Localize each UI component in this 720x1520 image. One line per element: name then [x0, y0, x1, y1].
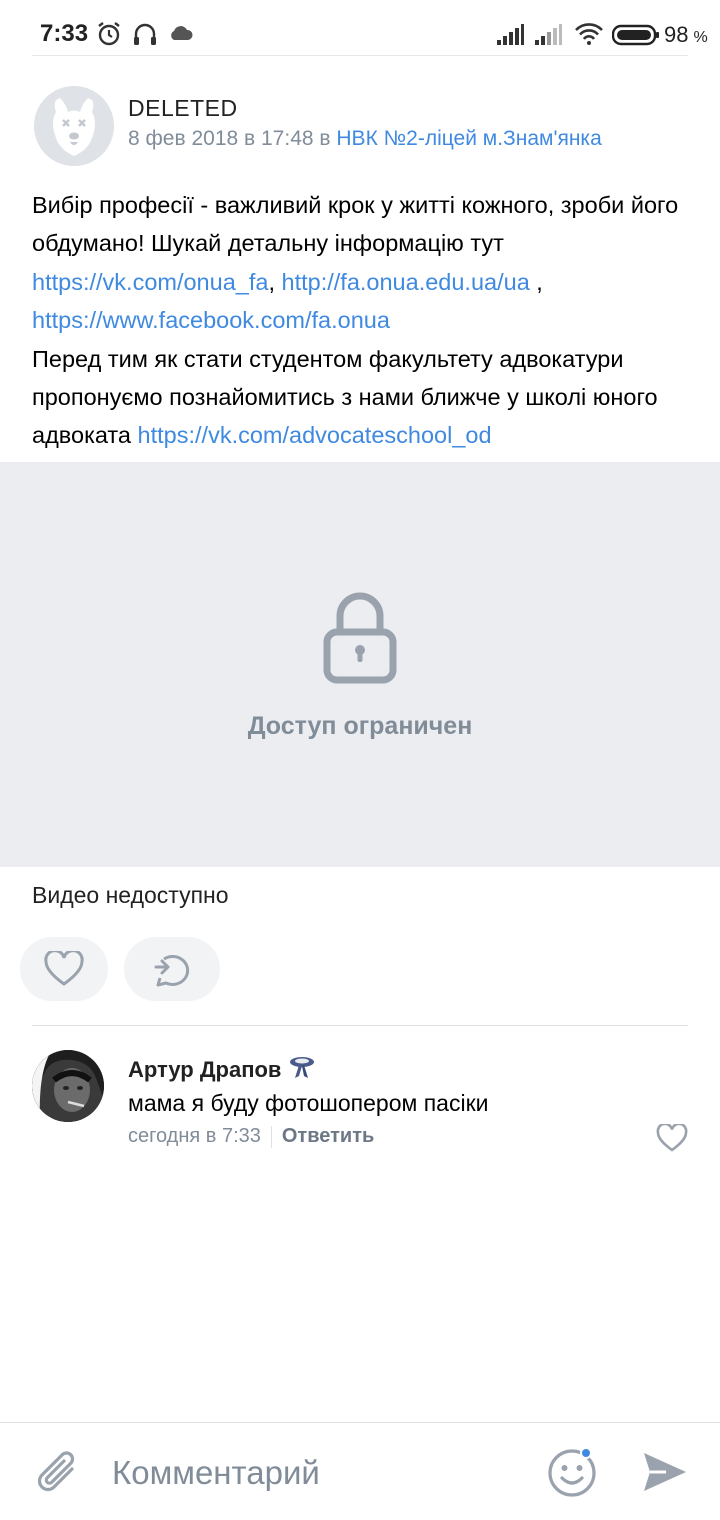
- post-date: 8 фев 2018 в 17:48 в: [128, 127, 337, 150]
- battery-level: 98%: [664, 22, 708, 47]
- paperclip-icon[interactable]: [34, 1447, 82, 1504]
- comment-text: мама я буду фотошопером пасіки: [128, 1090, 489, 1116]
- post-link[interactable]: http://fa.onua.edu.ua/ua: [282, 269, 530, 295]
- comment-avatar[interactable]: [32, 1050, 104, 1122]
- comment-author[interactable]: Артур Драпов: [128, 1057, 281, 1083]
- divider: [32, 1025, 688, 1026]
- wifi-icon: [574, 22, 604, 51]
- post-text-sep: ,: [529, 268, 543, 295]
- signal-icon: [534, 24, 562, 51]
- alarm-icon: [96, 20, 122, 53]
- reply-button[interactable]: Ответить: [282, 1125, 374, 1148]
- ribbon-badge-icon: [287, 1054, 317, 1085]
- restricted-label: Доступ ограничен: [247, 712, 473, 740]
- comment-input[interactable]: [112, 1451, 512, 1495]
- divider: [32, 55, 688, 56]
- cloud-icon: [168, 24, 194, 47]
- notification-dot: [580, 1447, 592, 1459]
- post-meta: 8 фев 2018 в 17:48 в НВК №2-ліцей м.Знам…: [128, 127, 602, 151]
- comment-meta: сегодня в 7:33 Ответить: [128, 1125, 374, 1148]
- divider: [270, 1125, 272, 1148]
- post-text: Вибір професії - важливий крок у житті к…: [32, 186, 692, 455]
- comment-like-icon[interactable]: [656, 1122, 688, 1157]
- status-time: 7:33: [40, 20, 89, 47]
- restricted-media: Доступ ограничен: [0, 462, 720, 867]
- lock-icon: [322, 592, 398, 689]
- send-icon[interactable]: [640, 1449, 688, 1500]
- headphones-icon: [132, 20, 158, 53]
- deleted-dog-icon: [34, 86, 114, 166]
- group-link[interactable]: НВК №2-ліцей м.Знам'янка: [336, 127, 601, 150]
- post-text-part: Вибір професії - важливий крок у житті к…: [32, 192, 679, 257]
- battery-icon: [611, 24, 660, 51]
- signal-icon: [496, 24, 524, 51]
- share-icon: [154, 954, 190, 987]
- comment-composer: [0, 1422, 720, 1520]
- video-unavailable-label: Видео недоступно: [32, 882, 229, 908]
- comment-author-row: Артур Драпов: [128, 1054, 317, 1085]
- user-photo: [32, 1050, 104, 1122]
- author-name[interactable]: DELETED: [128, 95, 238, 122]
- post-link[interactable]: https://www.facebook.com/fa.onua: [32, 307, 390, 333]
- post-link[interactable]: https://vk.com/onua_fa: [32, 269, 268, 295]
- post-link[interactable]: https://vk.com/advocateschool_od: [138, 422, 492, 448]
- post-text-sep: ,: [268, 268, 282, 295]
- share-button[interactable]: [124, 937, 220, 1001]
- heart-icon: [44, 951, 84, 986]
- author-avatar[interactable]: [34, 86, 114, 166]
- like-button[interactable]: [20, 937, 108, 1001]
- status-bar: 7:33 98%: [0, 0, 720, 70]
- comment-time: сегодня в 7:33: [128, 1125, 261, 1147]
